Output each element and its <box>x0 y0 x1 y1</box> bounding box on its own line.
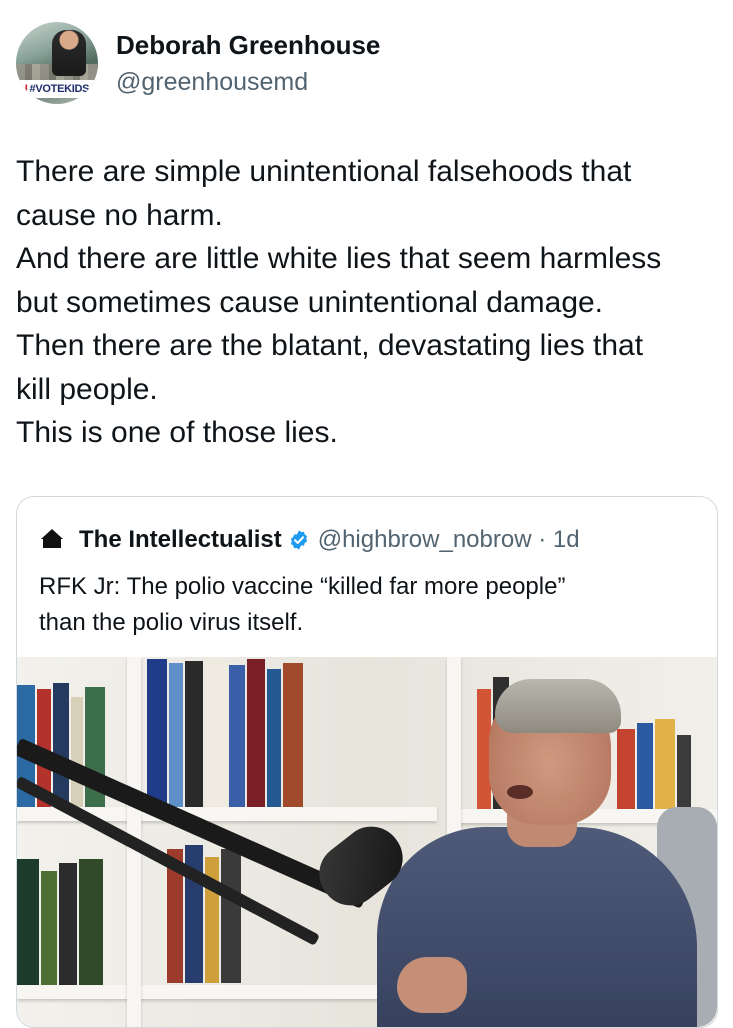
tweet-line: There are simple unintentional falsehood… <box>16 155 632 188</box>
tweet-line: kill people. <box>16 372 158 406</box>
speaker-hand <box>397 957 467 1013</box>
verified-badge-icon <box>290 530 307 550</box>
quoted-line: than the polio virus itself. <box>39 609 304 636</box>
avatar-photo <box>52 30 86 76</box>
avatar-banner-prefix: I <box>24 83 28 95</box>
quoted-tweet-header: The Intellectualist @highbrow_nobrow · 1… <box>39 523 699 557</box>
quoted-author-name[interactable]: The Intellectualist <box>79 526 282 554</box>
house-logo-roof <box>41 529 63 539</box>
bookshelf-row <box>17 857 105 987</box>
quoted-author-avatar[interactable] <box>39 527 65 553</box>
tweet-line: This is one of those lies. <box>16 416 338 449</box>
house-logo-base <box>43 539 61 548</box>
tweet-line: Then there are the blatant, devastating … <box>16 329 644 362</box>
speaker-mouth <box>507 785 533 799</box>
tweet-line: cause no harm. <box>16 198 223 232</box>
author-handle[interactable]: @greenhousemd <box>116 68 308 97</box>
quoted-tweet-card[interactable]: The Intellectualist @highbrow_nobrow · 1… <box>16 496 718 1028</box>
bookshelf-row <box>617 717 693 809</box>
avatar-banner-tag: #VOTEKIDS <box>29 83 90 95</box>
author-name[interactable]: Deborah Greenhouse <box>116 30 380 61</box>
quoted-tweet-text: RFK Jr: The polio vaccine “killed far mo… <box>39 569 699 641</box>
speaker-hair <box>495 679 621 733</box>
avatar-banner: I #VOTEKIDS <box>16 80 98 98</box>
tweet-line: And there are little white lies that see… <box>16 242 662 275</box>
quoted-line: RFK Jr: The polio vaccine “killed far mo… <box>39 573 566 600</box>
tweet-header: I #VOTEKIDS Deborah Greenhouse @greenhou… <box>16 22 716 106</box>
tweet-text: There are simple unintentional falsehood… <box>16 150 721 455</box>
bookshelf-row <box>147 657 305 809</box>
quoted-author-handle-time[interactable]: @highbrow_nobrow · 1d <box>318 526 580 554</box>
tweet-line: but sometimes cause unintentional damage… <box>16 285 604 319</box>
quoted-media-video[interactable] <box>17 657 717 1027</box>
author-avatar[interactable]: I #VOTEKIDS <box>16 22 98 104</box>
